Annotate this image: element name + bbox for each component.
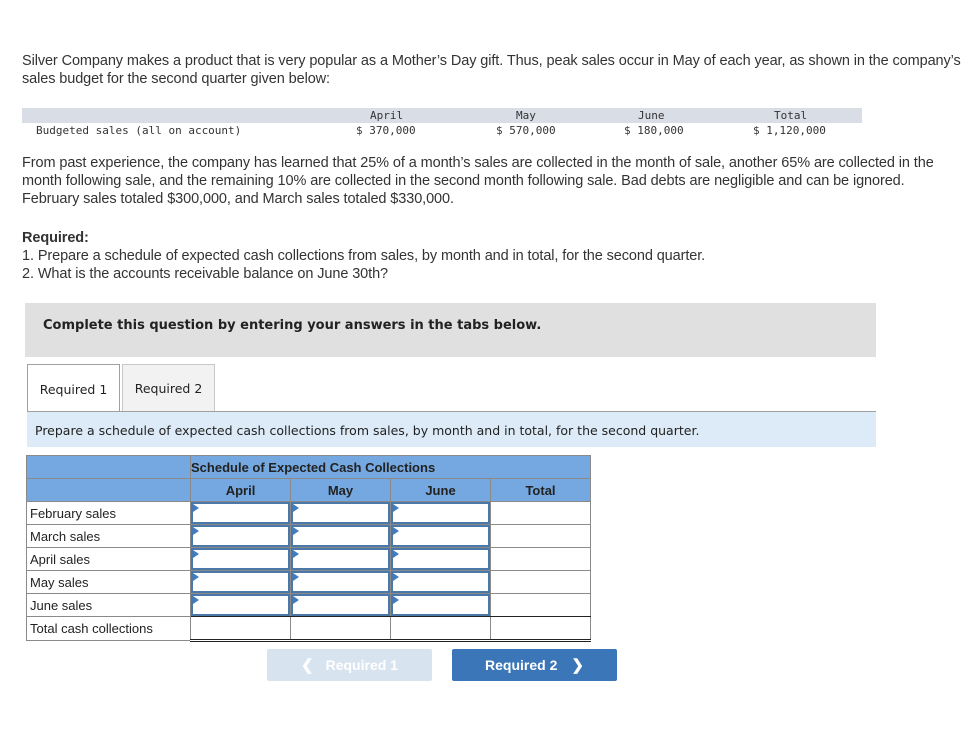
- row-label: Total cash collections: [26, 616, 191, 641]
- tab-required-2[interactable]: Required 2: [122, 364, 215, 411]
- budget-header-row: April May June Total: [22, 108, 862, 123]
- budget-value-may: $ 570,000: [496, 124, 556, 137]
- required-title: Required:: [22, 230, 89, 246]
- budget-value-total: $ 1,120,000: [753, 124, 826, 137]
- row-label: March sales: [26, 524, 191, 548]
- next-required-2-button[interactable]: Required 2 ❯: [452, 649, 617, 681]
- table-row: March sales: [26, 524, 591, 548]
- schedule-title-row: Schedule of Expected Cash Collections: [26, 455, 591, 479]
- budget-header-april: April: [370, 109, 404, 122]
- budget-row: Budgeted sales (all on account) $ 370,00…: [22, 123, 862, 139]
- prev-required-1-button[interactable]: ❮ Required 1: [267, 649, 432, 681]
- march-april-input[interactable]: [193, 527, 288, 545]
- april-june-input[interactable]: [393, 550, 488, 568]
- required-item-2: 2. What is the accounts receivable balan…: [22, 266, 388, 282]
- budget-row-label: Budgeted sales (all on account): [36, 124, 242, 137]
- march-june-input[interactable]: [393, 527, 488, 545]
- prev-button-label: Required 1: [325, 657, 398, 673]
- intro-text: Silver Company makes a product that is v…: [22, 53, 961, 87]
- instruction-box: Prepare a schedule of expected cash coll…: [27, 412, 876, 447]
- total-april-cell: [190, 616, 291, 642]
- table-row: May sales: [26, 570, 591, 594]
- february-june-input[interactable]: [393, 504, 488, 522]
- tab-required-1[interactable]: Required 1: [27, 364, 120, 413]
- row-label: February sales: [26, 501, 191, 525]
- april-may-input[interactable]: [293, 550, 388, 568]
- may-june-input[interactable]: [393, 573, 488, 591]
- chevron-left-icon: ❮: [301, 657, 314, 674]
- february-total-cell: [490, 501, 591, 525]
- table-row: April sales: [26, 547, 591, 571]
- row-label: April sales: [26, 547, 191, 571]
- instructions-banner: Complete this question by entering your …: [25, 303, 876, 357]
- column-header-may: May: [290, 478, 391, 502]
- total-total-cell: [490, 616, 591, 642]
- row-label: May sales: [26, 570, 191, 594]
- budget-header-may: May: [516, 109, 536, 122]
- may-total-cell: [490, 570, 591, 594]
- next-button-label: Required 2: [485, 657, 558, 673]
- february-may-input[interactable]: [293, 504, 388, 522]
- row-label: June sales: [26, 593, 191, 617]
- total-row: Total cash collections: [26, 616, 591, 642]
- may-april-input[interactable]: [193, 573, 288, 591]
- collection-paragraph: From past experience, the company has le…: [22, 155, 934, 207]
- may-may-input[interactable]: [293, 573, 388, 591]
- april-april-input[interactable]: [193, 550, 288, 568]
- table-row: February sales: [26, 501, 591, 525]
- sales-budget-table: April May June Total Budgeted sales (all…: [22, 108, 862, 139]
- june-june-input[interactable]: [393, 596, 488, 614]
- table-row: June sales: [26, 593, 591, 617]
- budget-header-june: June: [638, 109, 665, 122]
- required-item-1: 1. Prepare a schedule of expected cash c…: [22, 248, 706, 264]
- column-header-total: Total: [490, 478, 591, 502]
- required-section: Required: 1. Prepare a schedule of expec…: [22, 229, 942, 283]
- schedule-header-row: April May June Total: [26, 478, 591, 502]
- budget-value-june: $ 180,000: [624, 124, 684, 137]
- banner-text: Complete this question by entering your …: [43, 318, 542, 333]
- column-header-june: June: [390, 478, 491, 502]
- chevron-right-icon: ❯: [571, 657, 584, 674]
- june-may-input[interactable]: [293, 596, 388, 614]
- june-april-input[interactable]: [193, 596, 288, 614]
- budget-header-total: Total: [774, 109, 808, 122]
- cash-collections-schedule: Schedule of Expected Cash Collections Ap…: [26, 455, 591, 642]
- february-april-input[interactable]: [193, 504, 288, 522]
- total-may-cell: [290, 616, 391, 642]
- march-total-cell: [490, 524, 591, 548]
- budget-value-april: $ 370,000: [356, 124, 416, 137]
- column-header-april: April: [190, 478, 291, 502]
- april-total-cell: [490, 547, 591, 571]
- instruction-text: Prepare a schedule of expected cash coll…: [35, 423, 700, 438]
- schedule-title: Schedule of Expected Cash Collections: [190, 455, 591, 479]
- total-june-cell: [390, 616, 491, 642]
- march-may-input[interactable]: [293, 527, 388, 545]
- june-total-cell: [490, 593, 591, 617]
